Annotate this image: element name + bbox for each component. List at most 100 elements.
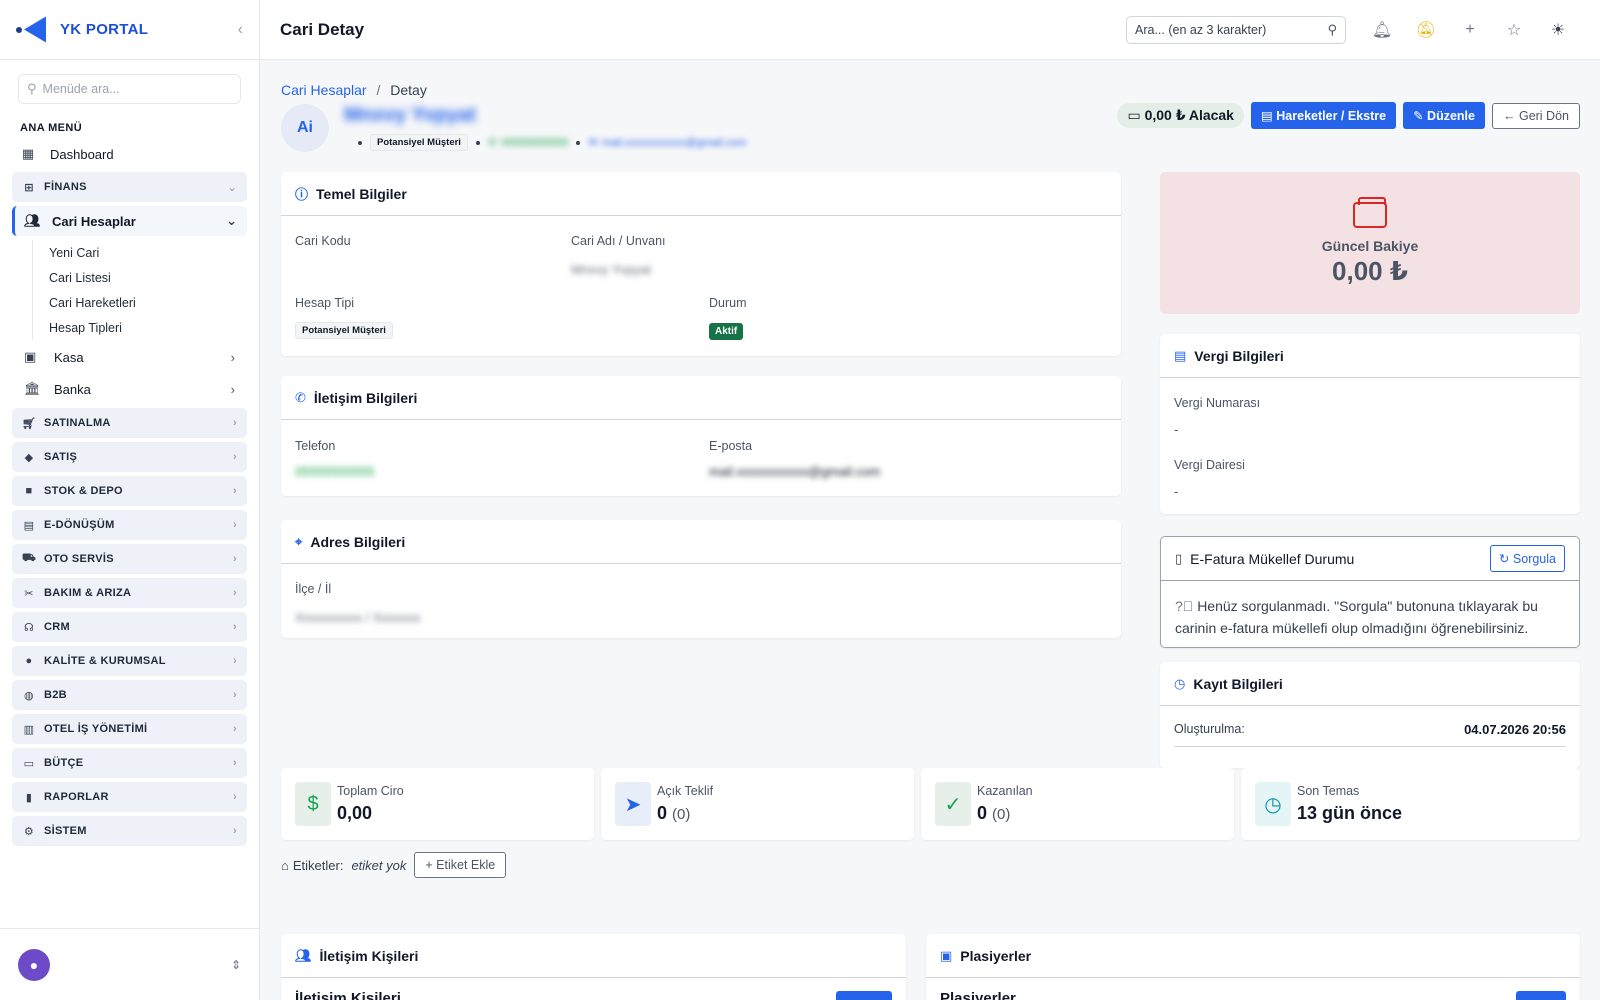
stat-label: Toplam Ciro bbox=[337, 784, 404, 798]
efatura-header: ▯ E-Fatura Mükellef Durumu ↻ Sorgula bbox=[1161, 537, 1579, 581]
chevron-right-icon: › bbox=[233, 689, 237, 701]
group-raporlar[interactable]: ▮ RAPORLAR › bbox=[12, 782, 247, 812]
nav-yeni-cari[interactable]: Yeni Cari bbox=[33, 240, 259, 265]
group-bakim-ariza[interactable]: ✂︎ BAKIM & ARIZA › bbox=[12, 578, 247, 608]
current-balance-value: 0,00 ₺ bbox=[1332, 256, 1408, 286]
group-label: BAKIM & ARIZA bbox=[44, 587, 132, 599]
query-button[interactable]: ↻ Sorgula bbox=[1489, 545, 1565, 572]
cari-submenu: Yeni Cari Cari Listesi Cari Hareketleri … bbox=[32, 240, 259, 340]
menu-search[interactable]: ⚲ bbox=[18, 74, 241, 104]
brand-logo-icon bbox=[16, 15, 50, 45]
breadcrumb-cari-hesaplar[interactable]: Cari Hesaplar bbox=[281, 82, 367, 98]
efatura-message-text: Henüz sorgulanmadı. "Sorgula" butonuna t… bbox=[1175, 598, 1538, 636]
add-tag-button[interactable]: + Etiket Ekle bbox=[414, 852, 507, 878]
nav-banka[interactable]: 🏛︎ Banka › bbox=[12, 374, 247, 404]
customer-meta: Potansiyel Müşteri ✆ 05555555555 ✉ mail.… bbox=[350, 134, 747, 151]
global-search-input[interactable] bbox=[1135, 22, 1328, 37]
customer-phone[interactable]: 05555555555 bbox=[501, 137, 568, 149]
nav-cari-listesi[interactable]: Cari Listesi bbox=[33, 265, 259, 290]
stat-won: ✓ Kazanılan 0 (0) bbox=[921, 768, 1234, 840]
nav-kasa[interactable]: ▣ Kasa › bbox=[12, 342, 247, 372]
balance-pill: ▭ 0,00 ₺ Alacak bbox=[1117, 103, 1244, 128]
tax-info-header: ▤ Vergi Bilgileri bbox=[1160, 334, 1580, 378]
search-icon[interactable]: ⚲ bbox=[1327, 22, 1337, 38]
bar-chart-icon: ▮ bbox=[25, 791, 33, 804]
group-kalite-kurumsal[interactable]: ● KALİTE & KURUMSAL › bbox=[12, 646, 247, 676]
chevron-right-icon: › bbox=[230, 349, 235, 365]
group-butce[interactable]: ▭ BÜTÇE › bbox=[12, 748, 247, 778]
account-type-value: Potansiyel Müşteri bbox=[295, 322, 393, 339]
building-icon: ▥ bbox=[23, 723, 35, 736]
receipt-icon: ▤ bbox=[1260, 109, 1273, 123]
header-actions: ▭ 0,00 ₺ Alacak ▤ Hareketler / Ekstre ✎ … bbox=[1117, 102, 1580, 129]
star-icon[interactable]: ☆ bbox=[1492, 20, 1536, 40]
menu-search-input[interactable] bbox=[42, 82, 223, 96]
edit-button[interactable]: ✎ Düzenle bbox=[1403, 102, 1485, 129]
box-icon: ■ bbox=[25, 485, 33, 497]
group-satis[interactable]: ◆ SATIŞ › bbox=[12, 442, 247, 472]
group-label: OTO SERVİS bbox=[44, 553, 114, 565]
efatura-message: ?⃝ Henüz sorgulanmadı. "Sorgula" butonun… bbox=[1161, 581, 1579, 647]
email-label: E-posta bbox=[709, 439, 753, 453]
users-icon: 👥︎ bbox=[295, 947, 312, 963]
divider bbox=[1174, 746, 1566, 747]
group-oto-servis[interactable]: ⛟ OTO SERVİS › bbox=[12, 544, 247, 574]
nav-hesap-tipleri[interactable]: Hesap Tipleri bbox=[33, 315, 259, 340]
stat-open-offer: ➤ Açık Teklif 0 (0) bbox=[601, 768, 914, 840]
back-button[interactable]: ← Geri Dön bbox=[1491, 102, 1580, 129]
record-info-title: Kayıt Bilgileri bbox=[1193, 675, 1283, 692]
stat-value: 0,00 bbox=[337, 803, 372, 824]
contact-info-header: ✆ İletişim Bilgileri bbox=[281, 376, 1121, 420]
group-sistem[interactable]: ⚙︎ SİSTEM › bbox=[12, 816, 247, 846]
theme-sun-icon[interactable]: ☀ bbox=[1536, 20, 1580, 40]
group-b2b[interactable]: ◍ B2B › bbox=[12, 680, 247, 710]
reps-card: ▣ Plasiyerler Plasiyerler bbox=[926, 934, 1580, 1000]
account-type-badge: Potansiyel Müşteri bbox=[370, 134, 468, 151]
group-crm[interactable]: ☊ CRM › bbox=[12, 612, 247, 642]
customer-email[interactable]: mail.xxxxxxxxxxx@gmail.com bbox=[602, 137, 747, 149]
nav-cari-hareketleri[interactable]: Cari Hareketleri bbox=[33, 290, 259, 315]
group-label: SİSTEM bbox=[44, 825, 87, 837]
plus-icon[interactable]: + bbox=[1448, 21, 1492, 39]
dollar-icon: $ bbox=[295, 782, 331, 826]
group-e-donusum[interactable]: ▤ E-DÖNÜŞÜM › bbox=[12, 510, 247, 540]
add-rep-button[interactable] bbox=[1516, 991, 1566, 1000]
users-icon: 👥︎ bbox=[24, 213, 41, 228]
phone-value[interactable]: 05555555555 bbox=[295, 464, 375, 479]
global-search[interactable]: ⚲ bbox=[1126, 15, 1346, 44]
nav-dashboard[interactable]: ▦ Dashboard bbox=[0, 140, 259, 168]
question-icon: ?⃝ bbox=[1175, 598, 1194, 614]
reps-title: Plasiyerler bbox=[960, 947, 1032, 964]
contact-info-card: ✆ İletişim Bilgileri Telefon 05555555555… bbox=[281, 376, 1121, 496]
top-icons: 🔔︎ 🔕︎ + ☆ ☀ bbox=[1360, 20, 1580, 40]
bell-off-icon[interactable]: 🔕︎ bbox=[1404, 20, 1448, 40]
stat-value: 13 gün önce bbox=[1297, 803, 1402, 824]
globe-icon: ◍ bbox=[24, 689, 34, 702]
user-avatar[interactable]: ● bbox=[18, 948, 50, 981]
cari-name-label: Cari Adı / Unvanı bbox=[571, 234, 666, 248]
group-stok-depo[interactable]: ■ STOK & DEPO › bbox=[12, 476, 247, 506]
nav-cari-hesaplar[interactable]: 👥︎ Cari Hesaplar ⌄ bbox=[12, 206, 247, 236]
chevron-right-icon: › bbox=[233, 587, 237, 599]
bullet bbox=[576, 140, 581, 145]
clock-icon: ◷ bbox=[1255, 782, 1291, 826]
bell-icon[interactable]: 🔔︎ bbox=[1360, 20, 1404, 40]
group-finans[interactable]: ⊞ FİNANS ⌄ bbox=[12, 172, 247, 202]
collapse-sidebar-icon[interactable]: ‹ bbox=[238, 21, 243, 39]
breadcrumb-current: Detay bbox=[390, 82, 427, 98]
ledger-button[interactable]: ▤ Hareketler / Ekstre bbox=[1250, 102, 1397, 129]
cari-name-value: Mnxvy Yvpyat bbox=[571, 262, 651, 277]
group-label: STOK & DEPO bbox=[44, 485, 123, 497]
email-value[interactable]: mail.xxxxxxxxxxx@gmail.com bbox=[709, 464, 880, 479]
group-label: CRM bbox=[44, 621, 70, 633]
add-contact-button[interactable] bbox=[836, 991, 892, 1000]
wallet-icon: ▭ bbox=[1127, 107, 1141, 123]
basic-info-header: ⓘ Temel Bilgiler bbox=[281, 172, 1121, 216]
tax-info-card: ▤ Vergi Bilgileri Vergi Numarası - Vergi… bbox=[1160, 334, 1580, 514]
group-otel[interactable]: ▥ OTEL İŞ YÖNETİMİ › bbox=[12, 714, 247, 744]
contact-info-title: İletişim Bilgileri bbox=[313, 389, 418, 406]
chevron-up-down-icon[interactable]: ⇕ bbox=[231, 958, 241, 972]
group-satinalma[interactable]: 🛒︎ SATINALMA › bbox=[12, 408, 247, 438]
bullet bbox=[475, 140, 480, 145]
gear-icon: ⚙︎ bbox=[23, 825, 35, 838]
